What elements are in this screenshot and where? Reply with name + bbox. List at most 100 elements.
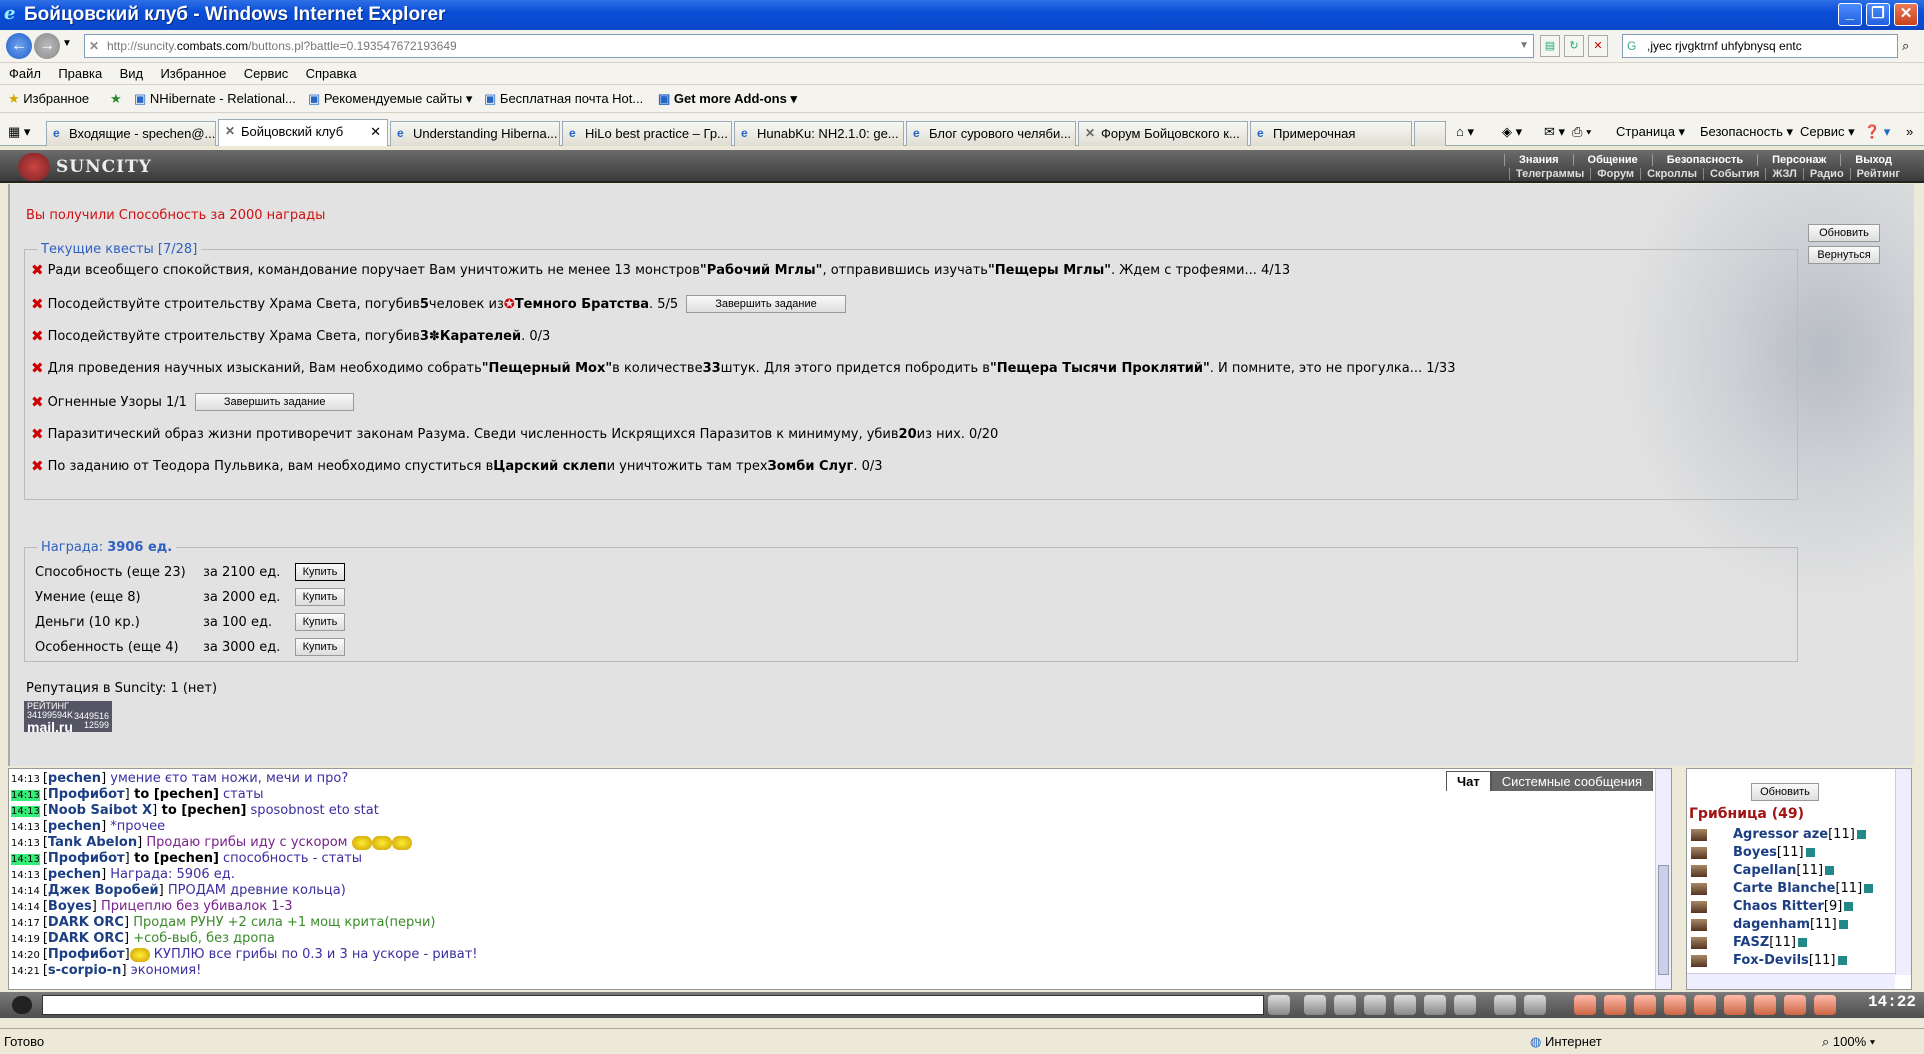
smile-icon[interactable]	[1494, 995, 1516, 1015]
print-icon[interactable]: ⎙ ▾	[1572, 124, 1591, 140]
filter-icon[interactable]	[1334, 995, 1356, 1015]
nav-forum[interactable]: Форум	[1590, 168, 1640, 180]
user-nick[interactable]: Fox-Devils	[1733, 953, 1809, 968]
online-user[interactable]: Capellan[11]	[1691, 863, 1835, 878]
address-bar[interactable]: ✕ http://suncity.combats.com/buttons.pl?…	[84, 34, 1534, 58]
skill-icon-4[interactable]	[1664, 995, 1686, 1015]
user-info-icon[interactable]	[1837, 956, 1847, 965]
cancel-quest-icon[interactable]: ✖	[31, 394, 44, 409]
home-icon[interactable]: ⌂ ▾	[1456, 124, 1474, 140]
menu-help[interactable]: Справка	[297, 63, 362, 81]
nav-telegrams[interactable]: Телеграммы	[1508, 168, 1590, 180]
mail-icon[interactable]: ✉ ▾	[1544, 124, 1565, 140]
chat-time[interactable]: 14:13	[11, 790, 40, 801]
buy-money-button[interactable]: Купить	[295, 613, 345, 631]
tab-system-messages[interactable]: Системные сообщения	[1490, 771, 1653, 791]
chat-nick[interactable]: Джек Воробей	[48, 883, 159, 898]
back-button[interactable]: ←	[6, 33, 32, 59]
search-input[interactable]: G ,jyec rjvgktrnf uhfybnysq entc	[1622, 34, 1898, 58]
menu-file[interactable]: Файл	[0, 63, 46, 81]
menu-favorites[interactable]: Избранное	[151, 63, 231, 81]
skill-icon-3[interactable]	[1634, 995, 1656, 1015]
chat-nick[interactable]: DARK ORC	[48, 915, 124, 930]
nav-exit[interactable]: Выход	[1840, 154, 1906, 166]
chat-nick[interactable]: pechen	[48, 819, 101, 834]
user-info-icon[interactable]	[1864, 884, 1874, 893]
help-icon[interactable]: ❓ ▾	[1864, 124, 1890, 140]
tab-inbox[interactable]: e Входящие - spechen@...	[46, 121, 216, 146]
cancel-quest-icon[interactable]: ✖	[31, 459, 44, 474]
user-nick[interactable]: Carte Blanche	[1733, 881, 1835, 896]
chat-nick[interactable]: pechen	[48, 771, 101, 786]
user-nick[interactable]: Chaos Ritter	[1733, 899, 1824, 914]
online-user[interactable]: Chaos Ritter[9]	[1691, 899, 1854, 914]
nav-radio[interactable]: Радио	[1802, 168, 1850, 180]
private-message-icon[interactable]	[1691, 846, 1707, 859]
online-user[interactable]: Boyes[11]	[1691, 845, 1815, 860]
tab-forum[interactable]: ✕ Форум Бойцовского к...	[1078, 121, 1248, 146]
nav-communication[interactable]: Общение	[1572, 154, 1652, 166]
chat-scrollbar[interactable]	[1655, 769, 1671, 989]
feeds-icon[interactable]: ◈ ▾	[1502, 124, 1522, 140]
chat-time[interactable]: 14:13	[11, 838, 40, 849]
chat-nick[interactable]: Профибот	[48, 851, 125, 866]
eraser-icon[interactable]	[1304, 995, 1326, 1015]
private-message-icon[interactable]	[1691, 864, 1707, 877]
security-menu[interactable]: Безопасность ▾	[1700, 124, 1793, 140]
chat-time[interactable]: 14:13	[11, 822, 40, 833]
tab-blog[interactable]: e Блог сурового челяби...	[906, 121, 1076, 146]
tab-combats[interactable]: ✕ Бойцовский клуб ✕	[218, 119, 388, 146]
quick-tabs-icon[interactable]: ▦ ▾	[8, 124, 30, 140]
buy-skill-button[interactable]: Купить	[295, 588, 345, 606]
chat-time[interactable]: 14:13	[11, 806, 40, 817]
back-to-game-button[interactable]: Вернуться	[1808, 246, 1880, 264]
chat-input[interactable]	[42, 995, 1264, 1015]
address-dropdown-icon[interactable]: ▼	[1519, 35, 1529, 57]
maximize-button[interactable]: ❐	[1866, 3, 1890, 26]
chat-time[interactable]: 14:13	[11, 774, 40, 785]
mailru-counter[interactable]: РЕЙТИНГ 34199594K mail.ru 3449516 12599	[24, 701, 112, 734]
skill-icon-8[interactable]	[1784, 995, 1806, 1015]
page-menu[interactable]: Страница ▾	[1616, 124, 1685, 140]
chat-nick[interactable]: Профибот	[48, 947, 125, 962]
tab-fitting[interactable]: e Примерочная	[1250, 121, 1412, 146]
refresh-button[interactable]: Обновить	[1808, 224, 1880, 242]
save-log-icon[interactable]	[1364, 995, 1386, 1015]
fav-item-hotmail[interactable]: ▣ Бесплатная почта Hot...	[484, 91, 643, 107]
online-scrollbar[interactable]	[1895, 769, 1911, 975]
user-nick[interactable]: Boyes	[1733, 845, 1777, 860]
new-tab-button[interactable]	[1414, 121, 1446, 146]
user-info-icon[interactable]	[1797, 938, 1807, 947]
online-user[interactable]: dagenham[11]	[1691, 917, 1848, 932]
cancel-quest-icon[interactable]: ✖	[31, 361, 44, 376]
nav-character[interactable]: Персонаж	[1757, 154, 1840, 166]
tab-hilo[interactable]: e HiLo best practice – Гр...	[562, 121, 732, 146]
compat-view-icon[interactable]: ▤	[1540, 35, 1560, 57]
buy-feature-button[interactable]: Купить	[295, 638, 345, 656]
history-dropdown-icon[interactable]: ▼	[62, 38, 72, 49]
tab-chat[interactable]: Чат	[1445, 771, 1491, 791]
skill-icon-2[interactable]	[1604, 995, 1626, 1015]
chat-time[interactable]: 14:14	[11, 902, 40, 913]
user-info-icon[interactable]	[1844, 902, 1854, 911]
user-nick[interactable]: Agressor aze	[1733, 827, 1828, 842]
search-icon[interactable]: ⌕	[1902, 38, 1909, 54]
private-message-icon[interactable]	[1691, 918, 1707, 931]
chat-time[interactable]: 14:20	[11, 950, 40, 961]
zoom-control[interactable]: ⌕ 100% ▾	[1822, 1034, 1875, 1050]
exit-icon[interactable]	[1814, 995, 1836, 1015]
stop-icon[interactable]: ✕	[1588, 35, 1608, 57]
forward-button[interactable]: →	[34, 33, 60, 59]
cancel-quest-icon[interactable]: ✖	[31, 329, 44, 344]
user-info-icon[interactable]	[1805, 848, 1815, 857]
chat-time[interactable]: 14:14	[11, 886, 40, 897]
skill-icon-6[interactable]	[1724, 995, 1746, 1015]
chat-nick[interactable]: Профибот	[48, 787, 125, 802]
nav-security[interactable]: Безопасность	[1651, 154, 1757, 166]
refresh-icon[interactable]: ↻	[1564, 35, 1584, 57]
private-message-icon[interactable]	[1691, 936, 1707, 949]
favorites-button[interactable]: ★ Избранное	[8, 91, 89, 107]
chat-nick[interactable]: DARK ORC	[48, 931, 124, 946]
private-message-icon[interactable]	[1691, 882, 1707, 895]
chat-nick[interactable]: s-corpio-n	[48, 963, 122, 978]
